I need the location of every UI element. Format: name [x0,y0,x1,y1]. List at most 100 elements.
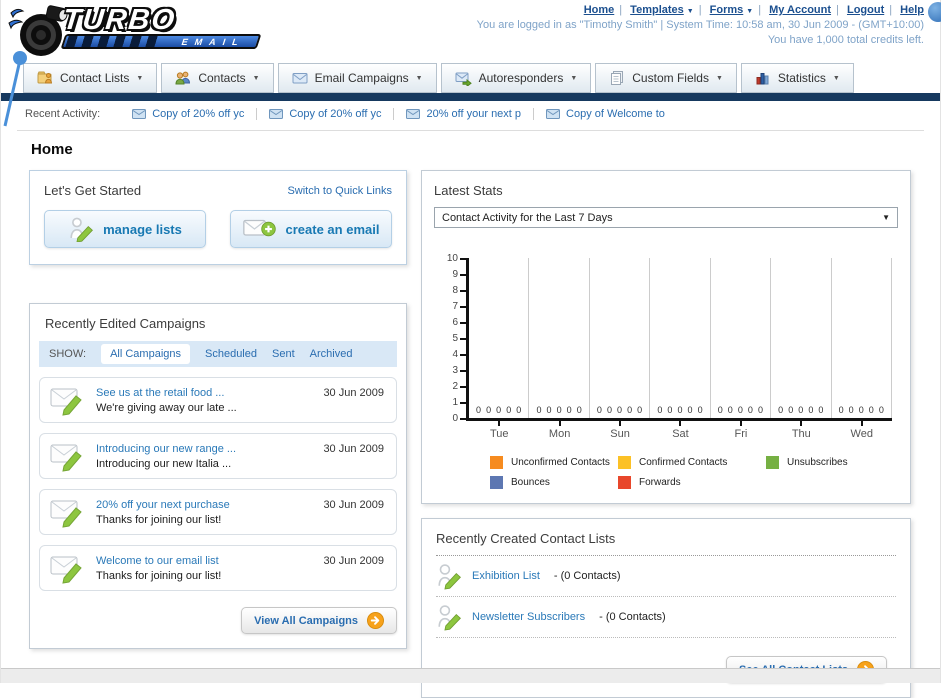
campaign-list-item[interactable]: Welcome to our email list Thanks for joi… [39,545,397,591]
y-axis-label: 3 [452,365,458,376]
chart-day-group: 00000 [832,258,892,418]
filter-all-campaigns[interactable]: All Campaigns [101,344,190,364]
value-label: 0 [506,405,512,415]
y-axis-tick [460,354,466,356]
tab-label: Custom Fields [632,71,709,85]
value-label: 0 [778,405,784,415]
legend-swatch [490,456,503,469]
tab-statistics[interactable]: Statistics ▼ [740,63,854,93]
logo-stripes [65,36,161,47]
chevron-down-icon: ▼ [252,74,260,82]
campaign-list-item[interactable]: 20% off your next purchase Thanks for jo… [39,489,397,535]
manage-lists-button[interactable]: manage lists [44,210,206,248]
filter-scheduled[interactable]: Scheduled [205,348,257,360]
y-axis-label: 7 [452,301,458,312]
envelope-pencil-icon [50,556,82,584]
get-started-title: Let's Get Started [44,183,142,198]
x-axis-label: Fri [711,421,771,440]
recent-activity-link[interactable]: Copy of Welcome to [566,108,665,120]
tab-label: Email Campaigns [314,71,409,85]
y-axis-label: 4 [452,349,458,360]
legend-label: Forwards [639,477,681,488]
envelope-icon [406,109,421,119]
x-axis-label: Sat [650,421,710,440]
value-labels-row: 00000 [471,405,526,415]
top-link-forms[interactable]: Forms ▼ [710,4,754,16]
create-email-button[interactable]: create an email [230,210,392,248]
chart-y-axis: 0 1 2 3 4 5 6 7 8 9 10 [440,253,466,424]
top-link-help[interactable]: Help [900,4,924,16]
campaign-subtitle: Thanks for joining our list! [96,569,222,582]
pages-icon [611,71,624,85]
tab-custom-fields[interactable]: Custom Fields ▼ [595,63,737,93]
campaign-list-item[interactable]: See us at the retail food ... We're givi… [39,377,397,423]
recent-activity-link[interactable]: 20% off your next p [426,108,521,120]
envelope-icon [292,73,308,84]
separator: | [698,4,702,16]
chart-plot-area: 0 1 2 3 4 5 6 7 8 9 10 000000000000000000000000000… [440,253,892,424]
x-axis-label: Thu [771,421,831,440]
logo-line1: TURBO [61,4,178,36]
view-all-campaigns-button[interactable]: View All Campaigns [241,607,397,634]
value-label: 0 [798,405,804,415]
top-link-templates[interactable]: Templates ▼ [630,4,694,16]
help-bubble-icon[interactable] [928,2,941,22]
recent-activity-label: Recent Activity: [25,108,101,120]
top-link-my-account[interactable]: My Account [769,4,831,16]
value-label: 0 [788,405,794,415]
chart-legend: Unconfirmed Contacts Confirmed Contacts Un… [490,456,898,489]
chart-day-group: 00000 [590,258,651,418]
recent-activity-item[interactable]: Copy of 20% off yc [120,108,256,120]
contact-list-item[interactable]: Exhibition List - (0 Contacts) [436,556,896,597]
tab-contacts[interactable]: Contacts ▼ [161,63,274,93]
value-label: 0 [627,405,633,415]
y-axis-label: 8 [452,285,458,296]
campaign-date: 30 Jun 2009 [323,499,384,511]
chart-day-group: 00000 [771,258,832,418]
login-status: You are logged in as "Timothy Smith" | S… [476,19,924,31]
value-label: 0 [737,405,743,415]
value-label: 0 [878,405,884,415]
switch-to-quick-links[interactable]: Switch to Quick Links [287,185,392,197]
filter-sent[interactable]: Sent [272,348,295,360]
contact-list-link[interactable]: Exhibition List [472,570,540,582]
recent-activity-link[interactable]: Copy of 20% off yc [289,108,381,120]
contact-list-item[interactable]: Newsletter Subscribers - (0 Contacts) [436,597,896,638]
campaign-list-item[interactable]: Introducing our new range ... Introducin… [39,433,397,479]
value-label: 0 [576,405,582,415]
value-label: 0 [687,405,693,415]
legend-label: Bounces [511,477,550,488]
contact-list-link[interactable]: Newsletter Subscribers [472,611,585,623]
main-content: Let's Get Started Switch to Quick Links … [1,158,940,698]
value-label: 0 [717,405,723,415]
page: TURBO EMAIL Home | Templates ▼ | Forms ▼ | My… [0,0,941,698]
tab-email-campaigns[interactable]: Email Campaigns ▼ [277,63,437,93]
value-labels-row: 00000 [773,405,828,415]
recent-activity-item[interactable]: Copy of Welcome to [533,108,677,120]
tab-contact-lists[interactable]: Contact Lists ▼ [23,63,158,93]
top-link-label: Forms [709,4,744,16]
recent-activity-link[interactable]: Copy of 20% off yc [152,108,244,120]
y-axis-tick [460,258,466,260]
recent-activity-item[interactable]: 20% off your next p [393,108,533,120]
legend-swatch [618,476,631,489]
campaign-date: 30 Jun 2009 [323,555,384,567]
y-axis-tick [460,322,466,324]
chart-day-group: 00000 [469,258,530,418]
header: TURBO EMAIL Home | Templates ▼ | Forms ▼ | My… [1,0,941,127]
legend-item: Confirmed Contacts [618,456,766,469]
y-axis-label: 1 [452,397,458,408]
page-footer [1,668,940,683]
stats-period-select[interactable]: Contact Activity for the Last 7 Days ▼ [434,207,898,228]
value-label: 0 [486,405,492,415]
get-started-header: Let's Get Started Switch to Quick Links [44,183,392,198]
tab-autoresponders[interactable]: Autoresponders ▼ [440,63,592,93]
filter-archived[interactable]: Archived [310,348,353,360]
top-link-home[interactable]: Home [584,4,615,16]
value-label: 0 [747,405,753,415]
value-label: 0 [657,405,663,415]
pin-decoration [3,51,27,127]
campaigns-filter-bar: SHOW: All Campaigns Scheduled Sent Archi… [39,341,397,367]
top-link-logout[interactable]: Logout [847,4,884,16]
recent-activity-item[interactable]: Copy of 20% off yc [256,108,393,120]
